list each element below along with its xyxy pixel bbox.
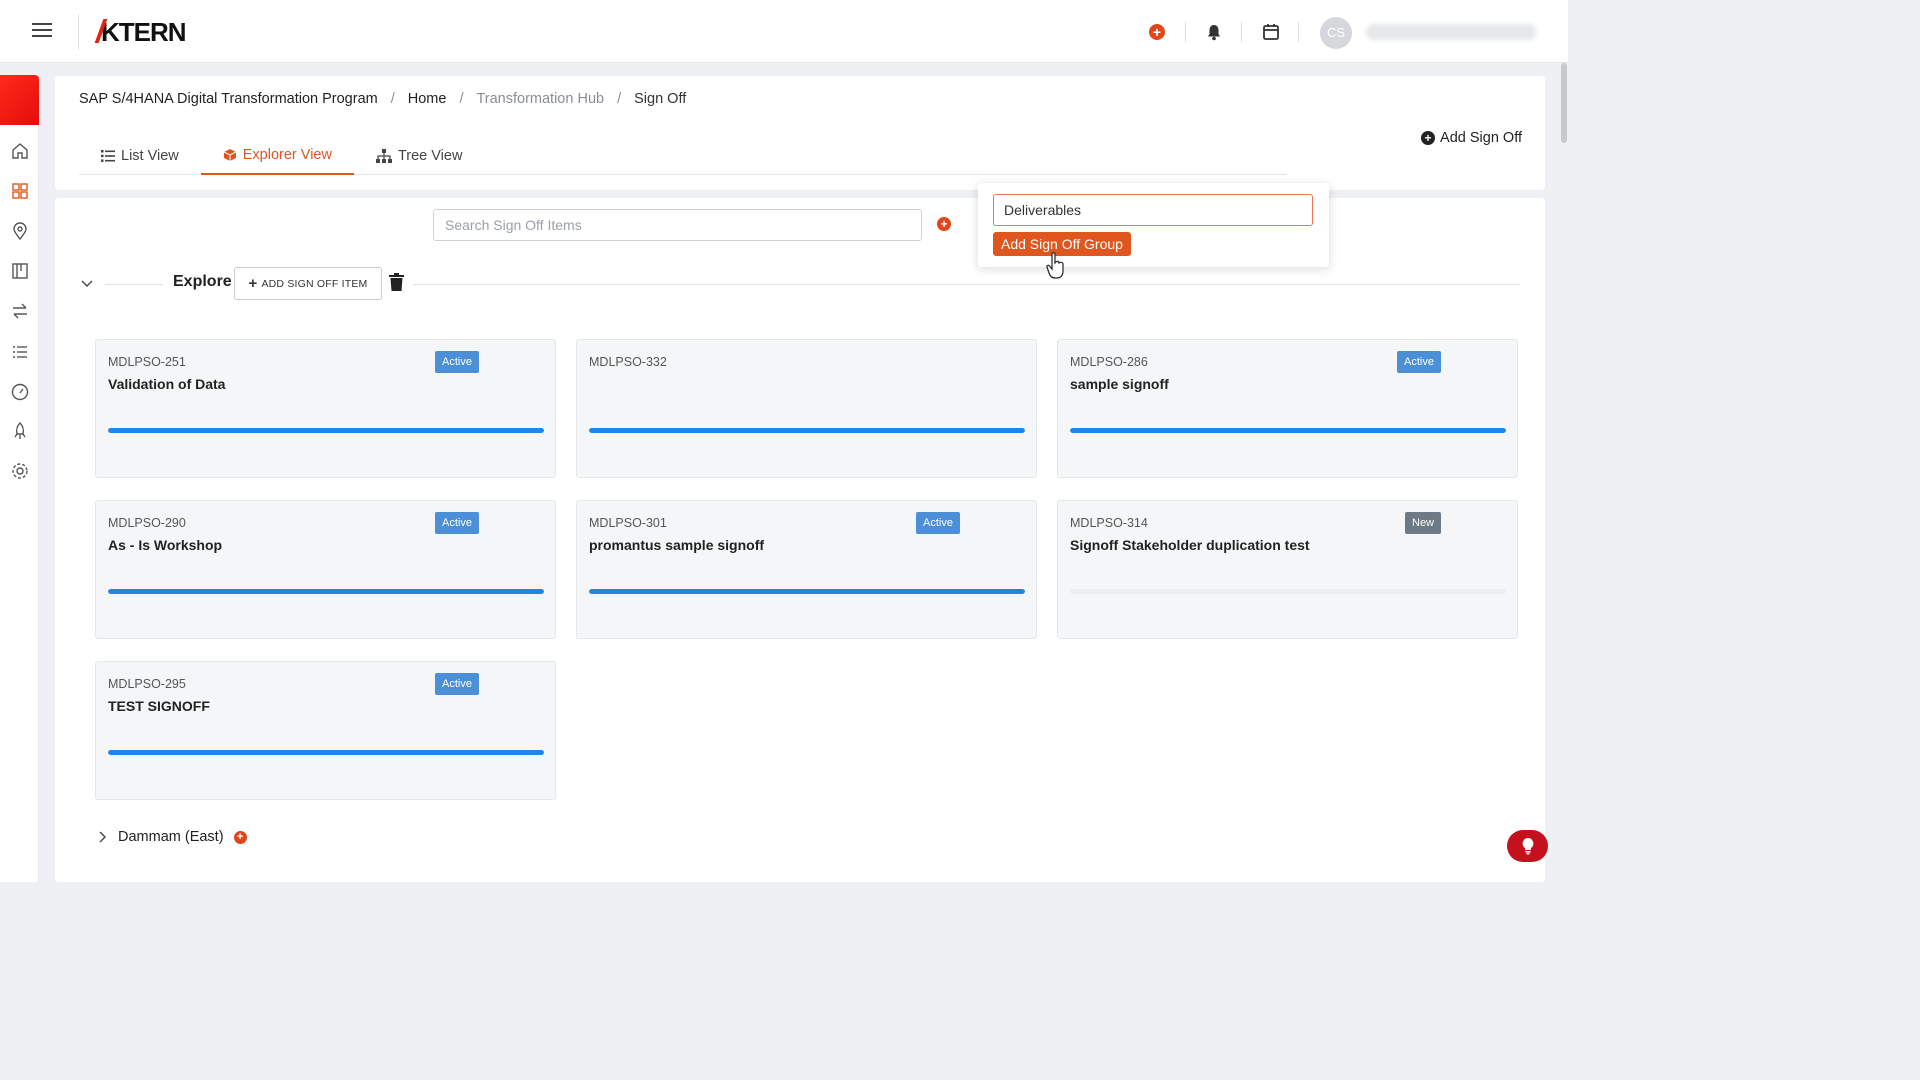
breadcrumb: SAP S/4HANA Digital Transformation Progr…	[79, 91, 687, 107]
card-title: TEST SIGNOFF	[108, 698, 210, 714]
settings-gear-icon[interactable]	[10, 461, 30, 481]
breadcrumb-home[interactable]: Home	[408, 91, 447, 107]
group-label: Dammam (East)	[118, 829, 224, 845]
sign-off-card[interactable]: MDLPSO-314 Signoff Stakeholder duplicati…	[1057, 500, 1518, 639]
add-sign-off-item-button[interactable]: + ADD SIGN OFF ITEM	[234, 267, 382, 300]
add-group-popover: Add Sign Off Group	[978, 183, 1329, 267]
board-icon[interactable]	[10, 261, 30, 281]
search-input[interactable]	[433, 209, 922, 241]
section-divider	[105, 284, 163, 285]
add-sign-off-label: Add Sign Off	[1440, 130, 1522, 146]
cube-icon	[223, 148, 236, 161]
progress-bar	[108, 589, 544, 594]
ktern-logo[interactable]: KTERN	[101, 17, 187, 48]
chevron-down-icon[interactable]	[80, 276, 94, 290]
section-divider	[413, 284, 1520, 285]
breadcrumb-sign-off: Sign Off	[634, 91, 687, 107]
dashboard-grid-icon[interactable]	[10, 181, 30, 201]
progress-bar	[108, 750, 544, 755]
card-title: Signoff Stakeholder duplication test	[1070, 537, 1310, 553]
status-badge: Active	[1397, 351, 1441, 373]
card-title: Validation of Data	[108, 376, 226, 392]
status-badge: Active	[435, 351, 479, 373]
user-name-redacted[interactable]	[1366, 24, 1536, 40]
lightbulb-help-button[interactable]	[1507, 830, 1548, 862]
scrollbar[interactable]	[1560, 63, 1568, 882]
add-sign-off-button[interactable]: + Add Sign Off	[1421, 130, 1522, 146]
group-row-dammam[interactable]: Dammam (East) +	[98, 829, 247, 845]
status-badge: Active	[435, 673, 479, 695]
bell-icon[interactable]	[1204, 22, 1224, 42]
breadcrumb-program[interactable]: SAP S/4HANA Digital Transformation Progr…	[79, 91, 378, 107]
page-header: SAP S/4HANA Digital Transformation Progr…	[55, 76, 1545, 190]
menu-icon[interactable]	[30, 20, 54, 42]
location-pin-icon[interactable]	[10, 221, 30, 241]
tab-label: List View	[121, 147, 179, 164]
sign-off-card[interactable]: MDLPSO-332	[576, 339, 1037, 478]
list-icon	[101, 149, 115, 162]
card-id: MDLPSO-290	[108, 516, 186, 530]
rocket-icon[interactable]	[10, 421, 30, 441]
view-tabs: List View Explorer View Tree View	[79, 136, 1287, 175]
tab-label: Explorer View	[242, 146, 332, 163]
plus-icon: +	[248, 275, 258, 292]
section-title: Explore	[173, 273, 232, 290]
card-id: MDLPSO-251	[108, 355, 186, 369]
progress-bar	[108, 428, 544, 433]
explore-section-header: Explore + ADD SIGN OFF ITEM	[80, 267, 1520, 301]
list-icon[interactable]	[10, 342, 30, 362]
sign-off-card[interactable]: MDLPSO-251 Validation of Data Active	[95, 339, 556, 478]
user-avatar[interactable]: CS	[1320, 17, 1352, 49]
topbar-divider	[78, 14, 79, 50]
trash-icon[interactable]	[389, 273, 404, 291]
topbar-separator	[1298, 22, 1299, 42]
add-to-group-icon[interactable]: +	[233, 830, 247, 844]
progress-bar	[1070, 589, 1506, 594]
add-sign-off-item-label: ADD SIGN OFF ITEM	[261, 277, 368, 290]
topbar-separator	[1241, 22, 1242, 42]
status-badge: Active	[435, 512, 479, 534]
topbar-separator	[1185, 22, 1186, 42]
card-title: promantus sample signoff	[589, 537, 765, 553]
transfer-arrows-icon[interactable]	[10, 301, 30, 321]
card-title: As - Is Workshop	[108, 537, 223, 553]
add-group-icon[interactable]: +	[937, 217, 951, 231]
sign-off-card[interactable]: MDLPSO-286 sample signoff Active	[1057, 339, 1518, 478]
progress-bar	[589, 428, 1025, 433]
top-bar: KTERN + CS	[0, 0, 1568, 63]
card-title: sample signoff	[1070, 376, 1169, 392]
hand-cursor-icon	[1046, 252, 1064, 279]
status-badge: Active	[916, 512, 960, 534]
tab-tree-view[interactable]: Tree View	[354, 136, 484, 175]
card-id: MDLPSO-301	[589, 516, 667, 530]
calendar-icon[interactable]	[1261, 22, 1281, 42]
plus-circle-icon: +	[1421, 131, 1436, 145]
group-name-input[interactable]	[993, 194, 1313, 226]
progress-bar	[1070, 428, 1506, 433]
sign-off-card[interactable]: MDLPSO-301 promantus sample signoff Acti…	[576, 500, 1037, 639]
left-sidebar	[0, 75, 39, 882]
card-id: MDLPSO-295	[108, 677, 186, 691]
progress-bar	[589, 589, 1025, 594]
sign-off-card[interactable]: MDLPSO-290 As - Is Workshop Active	[95, 500, 556, 639]
card-id: MDLPSO-332	[589, 355, 667, 369]
chevron-right-icon[interactable]	[98, 831, 108, 843]
gauge-icon[interactable]	[10, 382, 30, 402]
tab-list-view[interactable]: List View	[79, 136, 201, 175]
card-id: MDLPSO-314	[1070, 516, 1148, 530]
status-badge: New	[1405, 512, 1442, 534]
card-id: MDLPSO-286	[1070, 355, 1148, 369]
breadcrumb-transformation-hub[interactable]: Transformation Hub	[476, 91, 604, 107]
quick-add-icon[interactable]: +	[1147, 22, 1167, 42]
lightbulb-icon	[1522, 838, 1533, 855]
sign-off-card[interactable]: MDLPSO-295 TEST SIGNOFF Active	[95, 661, 556, 800]
explorer-panel: + Explore + ADD SIGN OFF ITEM MDLPSO-251…	[55, 198, 1545, 882]
sidebar-accent	[0, 75, 39, 125]
tab-explorer-view[interactable]: Explorer View	[200, 136, 354, 175]
hierarchy-icon	[375, 148, 392, 163]
tab-label: Tree View	[397, 147, 463, 164]
home-icon[interactable]	[10, 141, 30, 161]
